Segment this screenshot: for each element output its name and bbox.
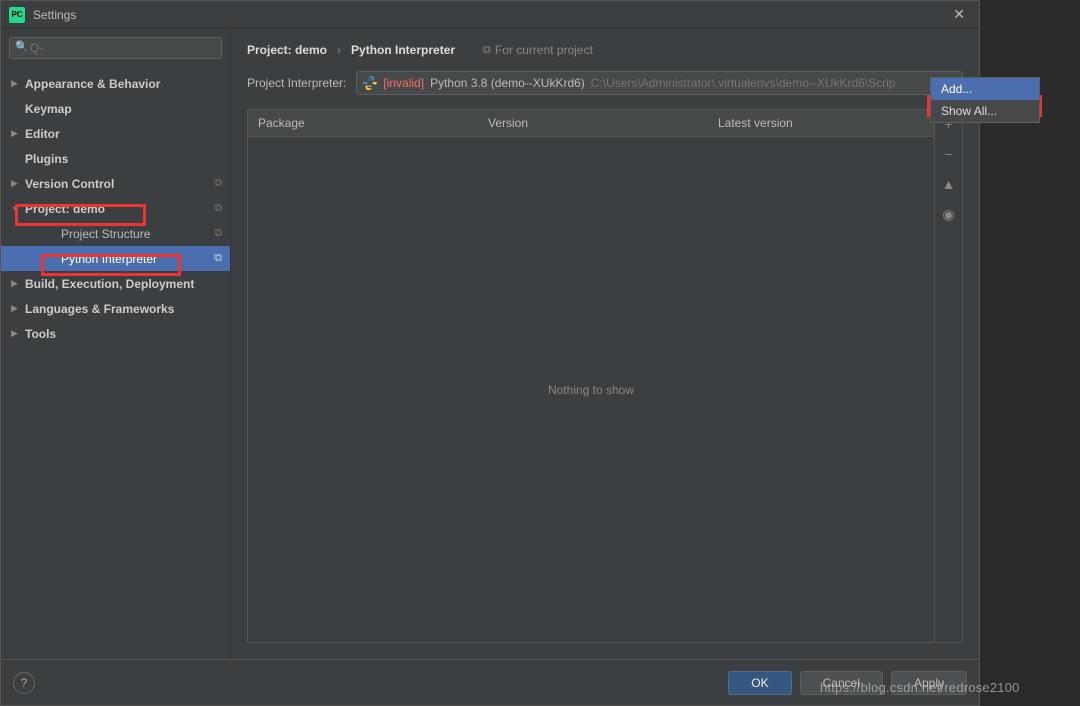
table-header: Package Version Latest version xyxy=(248,110,934,137)
chevron-right-icon[interactable]: ▶ xyxy=(11,128,25,139)
for-current-project-label: For current project xyxy=(495,43,593,57)
tree-item-label: Tools xyxy=(25,327,230,341)
tree-item-label: Keymap xyxy=(25,102,230,116)
sidebar: 🔍 ▶Appearance & BehaviorKeymap▶EditorPlu… xyxy=(1,29,231,659)
dropdown-item-add[interactable]: Add... xyxy=(931,78,1039,100)
per-project-icon: ⧉ xyxy=(214,177,222,190)
main-panel: Project: demo › Python Interpreter ⧉ For… xyxy=(231,29,979,659)
tree-item-appearance-behavior[interactable]: ▶Appearance & Behavior xyxy=(1,71,230,96)
chevron-right-icon[interactable]: ▶ xyxy=(11,303,25,314)
invalid-tag: [invalid] xyxy=(383,76,424,90)
tree-item-label: Project Structure xyxy=(61,227,214,241)
tree-item-label: Build, Execution, Deployment xyxy=(25,277,230,291)
tree-item-label: Languages & Frameworks xyxy=(25,302,230,316)
chevron-right-icon[interactable]: ▶ xyxy=(11,78,25,89)
tree-item-project-demo[interactable]: ▼Project: demo⧉ xyxy=(1,196,230,221)
copy-icon: ⧉ xyxy=(483,44,491,57)
python-icon xyxy=(363,76,377,90)
interpreter-label: Project Interpreter: xyxy=(247,76,346,90)
dialog-footer: ? OK Cancel Apply xyxy=(1,659,979,705)
interpreter-dropdown-menu: Add... Show All... xyxy=(930,77,1040,123)
tree-item-label: Appearance & Behavior xyxy=(25,77,230,91)
apply-button[interactable]: Apply xyxy=(891,671,967,695)
breadcrumb-page: Python Interpreter xyxy=(351,43,455,57)
tree-item-plugins[interactable]: Plugins xyxy=(1,146,230,171)
tree-item-project-structure[interactable]: Project Structure⧉ xyxy=(1,221,230,246)
tree-item-python-interpreter[interactable]: Python Interpreter⧉ xyxy=(1,246,230,271)
per-project-icon: ⧉ xyxy=(214,227,222,240)
tree-item-label: Editor xyxy=(25,127,230,141)
chevron-right-icon[interactable]: ▶ xyxy=(11,178,25,189)
interpreter-combo[interactable]: [invalid] Python 3.8 (demo--XUkKrd6) C:\… xyxy=(356,71,963,95)
app-icon: PC xyxy=(9,7,25,23)
table-body: Nothing to show xyxy=(248,137,934,642)
th-version[interactable]: Version xyxy=(478,110,708,136)
show-early-releases-icon[interactable]: ◉ xyxy=(942,206,954,223)
tree-item-label: Python Interpreter xyxy=(61,252,214,266)
interpreter-path: C:\Users\Administrator\.virtualenvs\demo… xyxy=(591,76,937,90)
tree-item-keymap[interactable]: Keymap xyxy=(1,96,230,121)
settings-tree: ▶Appearance & BehaviorKeymap▶EditorPlugi… xyxy=(1,67,230,659)
th-package[interactable]: Package xyxy=(248,110,478,136)
tree-item-label: Project: demo xyxy=(25,202,214,216)
empty-text: Nothing to show xyxy=(548,383,634,397)
th-latest[interactable]: Latest version xyxy=(708,110,934,136)
ok-button[interactable]: OK xyxy=(728,671,791,695)
search-icon: 🔍 xyxy=(15,40,29,53)
per-project-icon: ⧉ xyxy=(214,252,222,265)
search-input[interactable] xyxy=(9,37,222,59)
chevron-right-icon[interactable]: ▶ xyxy=(11,278,25,289)
package-tools: + − ▲ ◉ xyxy=(934,110,962,642)
tree-item-label: Plugins xyxy=(25,152,230,166)
tree-item-label: Version Control xyxy=(25,177,214,191)
help-button[interactable]: ? xyxy=(13,672,35,694)
tree-item-version-control[interactable]: ▶Version Control⧉ xyxy=(1,171,230,196)
chevron-right-icon[interactable]: ▶ xyxy=(11,328,25,339)
chevron-down-icon[interactable]: ▼ xyxy=(11,204,25,214)
search-wrap: 🔍 xyxy=(9,37,222,59)
per-project-icon: ⧉ xyxy=(214,202,222,215)
breadcrumb-project: Project: demo xyxy=(247,43,327,57)
close-icon[interactable]: ✕ xyxy=(947,4,971,25)
breadcrumb: Project: demo › Python Interpreter ⧉ For… xyxy=(231,29,979,67)
window-title: Settings xyxy=(33,8,76,22)
cancel-button[interactable]: Cancel xyxy=(800,671,883,695)
titlebar: PC Settings ✕ xyxy=(1,1,979,29)
tree-item-build-execution-deployment[interactable]: ▶Build, Execution, Deployment xyxy=(1,271,230,296)
upgrade-package-icon[interactable]: ▲ xyxy=(942,176,956,192)
remove-package-icon[interactable]: − xyxy=(944,146,952,162)
dropdown-item-show-all[interactable]: Show All... xyxy=(931,100,1039,122)
chevron-right-icon: › xyxy=(337,43,341,57)
tree-item-tools[interactable]: ▶Tools xyxy=(1,321,230,346)
interpreter-name: Python 3.8 (demo--XUkKrd6) xyxy=(430,76,585,90)
tree-item-languages-frameworks[interactable]: ▶Languages & Frameworks xyxy=(1,296,230,321)
tree-item-editor[interactable]: ▶Editor xyxy=(1,121,230,146)
